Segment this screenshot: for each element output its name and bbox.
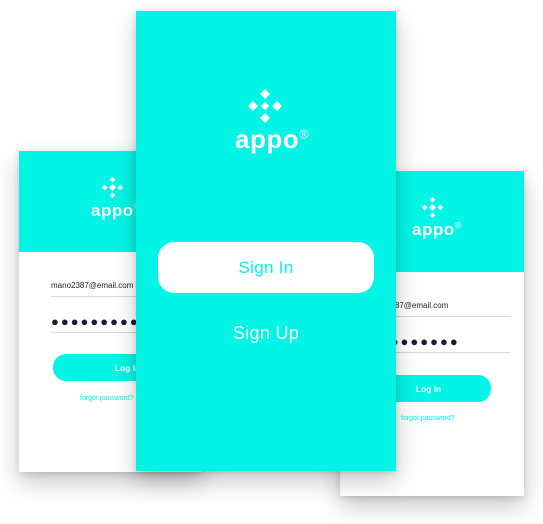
brand-name: appo (91, 201, 134, 220)
forgot-password-link[interactable]: forgot password? (401, 415, 455, 422)
welcome-screen: appo® Sign In Sign Up (136, 11, 396, 471)
brand-logo: appo® (412, 220, 462, 240)
email-value: mano2387@email.com (51, 280, 134, 290)
brand-logo: appo® (235, 124, 309, 155)
password-value: ●●●●●●●●● (51, 313, 140, 329)
brand-name: appo (412, 220, 455, 239)
brand-logo: appo® (91, 201, 141, 221)
brand-name: appo (235, 124, 300, 154)
password-field[interactable]: ●●●●●●●●● (380, 330, 511, 353)
welcome-background (136, 11, 396, 471)
mockup-stage: appo® mano2387@email.com ●●●●●●●●● Log I… (0, 0, 543, 524)
sign-in-button[interactable]: Sign In (158, 242, 374, 293)
trademark-symbol: ® (454, 220, 462, 231)
email-field[interactable]: mano2387@email.com (380, 294, 511, 317)
forgot-password-link[interactable]: forgot password? (80, 395, 134, 402)
trademark-symbol: ® (299, 126, 310, 142)
sign-up-button[interactable]: Sign Up (158, 316, 374, 350)
